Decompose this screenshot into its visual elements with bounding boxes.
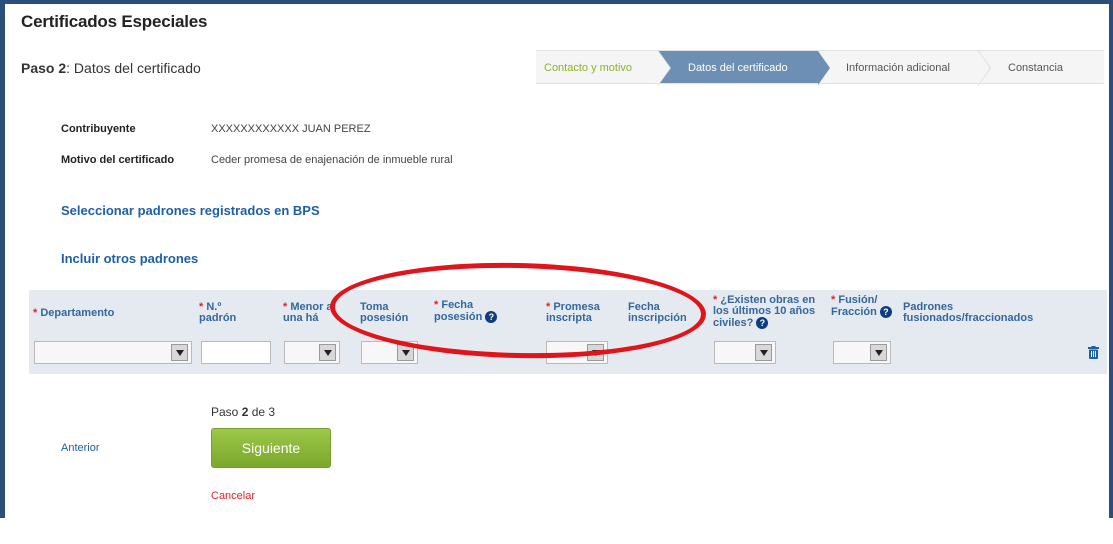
seleccionar-padrones-link[interactable]: Seleccionar padrones registrados en BPS <box>61 203 320 218</box>
menor-ha-select[interactable] <box>284 341 340 364</box>
help-icon[interactable]: ? <box>485 311 498 323</box>
column-header-fusion: * Fusión/ Fracción ? <box>831 295 893 318</box>
step-counter: Paso 2 de 3 <box>211 405 276 419</box>
anterior-link[interactable]: Anterior <box>61 442 100 454</box>
chevron-down-icon <box>870 344 887 361</box>
column-header-fecha-posesion: * Fecha posesión ? <box>434 300 514 323</box>
column-header-fecha-inscripcion: Fecha inscripción <box>628 301 687 324</box>
wizard-step-constancia: Constancia <box>978 50 1104 84</box>
step-name: : Datos del certificado <box>66 60 201 76</box>
window-frame-left <box>0 0 5 518</box>
existen-obras-select[interactable] <box>714 341 776 364</box>
step-title: Paso 2: Datos del certificado <box>21 60 201 76</box>
wizard-arrow <box>978 51 990 85</box>
window-frame-right <box>1109 0 1113 518</box>
siguiente-button[interactable]: Siguiente <box>211 428 331 468</box>
chevron-down-icon <box>171 344 188 361</box>
cancelar-link[interactable]: Cancelar <box>211 490 255 502</box>
step-number: Paso 2 <box>21 60 67 76</box>
column-header-padron: * N.º padrón <box>199 301 237 324</box>
wizard-arrow <box>658 51 670 85</box>
window-frame-top <box>0 0 1113 4</box>
chevron-down-icon <box>587 344 604 361</box>
fusion-fraccion-select[interactable] <box>833 341 891 364</box>
wizard-step-label: Información adicional <box>846 62 950 74</box>
wizard-arrow <box>818 51 830 85</box>
help-icon[interactable]: ? <box>756 317 769 329</box>
wizard-step-label: Contacto y motivo <box>544 62 633 74</box>
departamento-select[interactable] <box>34 341 192 364</box>
column-header-departamento: * Departamento <box>33 307 115 319</box>
contribuyente-label: Contribuyente <box>61 123 136 135</box>
page-title: Certificados Especiales <box>21 12 208 31</box>
column-header-toma: Toma posesión <box>360 301 409 324</box>
promesa-inscripta-select[interactable] <box>546 341 608 364</box>
chevron-down-icon <box>755 344 772 361</box>
chevron-down-icon <box>319 344 336 361</box>
trash-icon[interactable] <box>1088 346 1099 359</box>
wizard-step-informacion: Información adicional <box>818 50 991 86</box>
padron-input[interactable] <box>201 341 271 364</box>
wizard-progress: Contacto y motivo Datos del certificado … <box>536 50 1104 86</box>
wizard-step-datos: Datos del certificado <box>658 50 830 85</box>
column-header-padrones-fusionados: Padrones fusionados/fraccionados <box>903 301 1034 324</box>
wizard-step-contacto[interactable]: Contacto y motivo <box>536 50 671 86</box>
help-icon[interactable]: ? <box>879 306 892 318</box>
chevron-down-icon <box>397 344 414 361</box>
toma-posesion-select[interactable] <box>361 341 418 364</box>
motivo-value: Ceder promesa de enajenación de inmueble… <box>211 154 453 166</box>
wizard-step-label: Constancia <box>1008 62 1064 74</box>
column-header-promesa: * Promesa inscripta <box>546 301 600 324</box>
column-header-menor: * Menor a una há <box>283 301 333 324</box>
contribuyente-value: XXXXXXXXXXXX JUAN PEREZ <box>211 123 371 135</box>
wizard-step-label: Datos del certificado <box>688 62 788 74</box>
column-header-obras: * ¿Existen obras en los últimos 10 años … <box>713 294 816 329</box>
motivo-label: Motivo del certificado <box>61 154 175 166</box>
incluir-otros-padrones-link[interactable]: Incluir otros padrones <box>61 251 198 266</box>
